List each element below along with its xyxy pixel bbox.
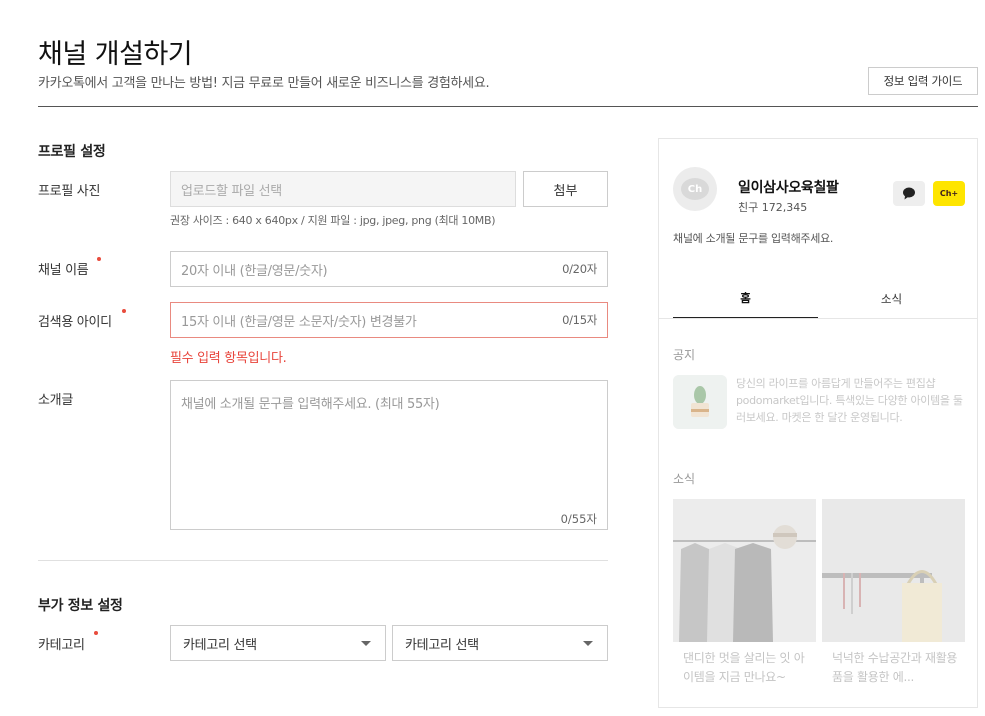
intro-counter: 0/55자: [560, 512, 597, 526]
profile-photo-file-input[interactable]: 업로드할 파일 선택: [170, 171, 516, 207]
channel-name-counter: 0/20자: [562, 262, 597, 276]
channel-name-input[interactable]: 20자 이내 (한글/영문/숫자) 0/20자: [170, 251, 608, 287]
news-card[interactable]: 넉넉한 수납공간과 재활용품을 활용한 에...: [822, 499, 965, 699]
info-guide-button[interactable]: 정보 입력 가이드: [868, 67, 978, 95]
required-indicator: [97, 257, 101, 261]
channel-name-placeholder: 20자 이내 (한글/영문/숫자): [181, 263, 328, 279]
intro-label: 소개글: [38, 393, 73, 408]
search-id-placeholder: 15자 이내 (한글/영문 소문자/숫자) 변경불가: [181, 314, 417, 330]
preview-channel-name: 일이삼사오육칠팔: [738, 180, 839, 196]
chat-button[interactable]: [893, 181, 925, 206]
preview-notice-title: 공지: [673, 348, 696, 362]
category-label: 카테고리: [38, 638, 85, 653]
search-id-error: 필수 입력 항목입니다.: [170, 351, 287, 366]
news-card-image: [822, 499, 965, 642]
profile-photo-label: 프로필 사진: [38, 184, 101, 199]
channel-logo-icon: Ch: [681, 178, 709, 200]
page-title: 채널 개설하기: [38, 39, 193, 70]
intro-textarea[interactable]: 채널에 소개될 문구를 입력해주세요. (최대 55자) 0/55자: [170, 380, 608, 530]
intro-placeholder: 채널에 소개될 문구를 입력해주세요. (최대 55자): [181, 397, 440, 412]
preview-friend-count: 친구 172,345: [738, 201, 808, 214]
preview-tab-home[interactable]: 홈: [673, 279, 818, 319]
bag-rack-image: [822, 499, 965, 642]
search-id-counter: 0/15자: [562, 313, 597, 327]
plant-pot-image: [673, 375, 727, 429]
category-select-secondary[interactable]: 카테고리 선택: [392, 625, 608, 661]
channel-preview-panel: Ch 일이삼사오육칠팔 친구 172,345 Ch+ 채널에 소개될 문구를 입…: [658, 138, 978, 708]
add-channel-button[interactable]: Ch+: [933, 181, 965, 206]
preview-news-title: 소식: [673, 472, 696, 486]
chat-bubble-icon: [903, 187, 915, 200]
search-id-input[interactable]: 15자 이내 (한글/영문 소문자/숫자) 변경불가 0/15자: [170, 302, 608, 338]
section-divider: [38, 560, 608, 561]
required-indicator: [122, 309, 126, 313]
tab-divider: [659, 318, 977, 319]
news-card-text: 댄디한 멋을 살리는 잇 아이템을 지금 만나요~: [683, 651, 805, 684]
clothes-rack-image: [673, 499, 816, 642]
notice-thumbnail: [673, 375, 727, 429]
attach-button[interactable]: 첨부: [523, 171, 608, 207]
category-select-secondary-value: 카테고리 선택: [405, 637, 479, 653]
required-indicator: [94, 631, 98, 635]
preview-avatar: Ch: [673, 167, 717, 211]
channel-add-icon: Ch+: [939, 189, 959, 198]
caret-down-icon: [361, 641, 371, 646]
profile-section-title: 프로필 설정: [38, 144, 106, 160]
title-divider: [38, 106, 978, 107]
news-card[interactable]: 댄디한 멋을 살리는 잇 아이템을 지금 만나요~: [673, 499, 816, 699]
category-select-primary[interactable]: 카테고리 선택: [170, 625, 386, 661]
preview-tab-news[interactable]: 소식: [819, 279, 964, 319]
page-subtitle: 카카오톡에서 고객을 만나는 방법! 지금 무료로 만들어 새로운 비즈니스를 …: [38, 76, 490, 91]
extra-section-title: 부가 정보 설정: [38, 598, 123, 614]
news-card-text: 넉넉한 수납공간과 재활용품을 활용한 에...: [832, 651, 958, 684]
profile-photo-placeholder: 업로드할 파일 선택: [181, 183, 282, 199]
preview-description: 채널에 소개될 문구를 입력해주세요.: [673, 232, 834, 245]
news-card-image: [673, 499, 816, 642]
channel-name-label: 채널 이름: [38, 263, 89, 278]
search-id-label: 검색용 아이디: [38, 315, 112, 330]
photo-help-text: 권장 사이즈 : 640 x 640px / 지원 파일 : jpg, jpeg…: [170, 214, 496, 227]
category-select-primary-value: 카테고리 선택: [183, 637, 257, 653]
caret-down-icon: [583, 641, 593, 646]
preview-notice-text: 당신의 라이프를 아름답게 만들어주는 편집샵 podomarket입니다. 특…: [736, 377, 963, 424]
